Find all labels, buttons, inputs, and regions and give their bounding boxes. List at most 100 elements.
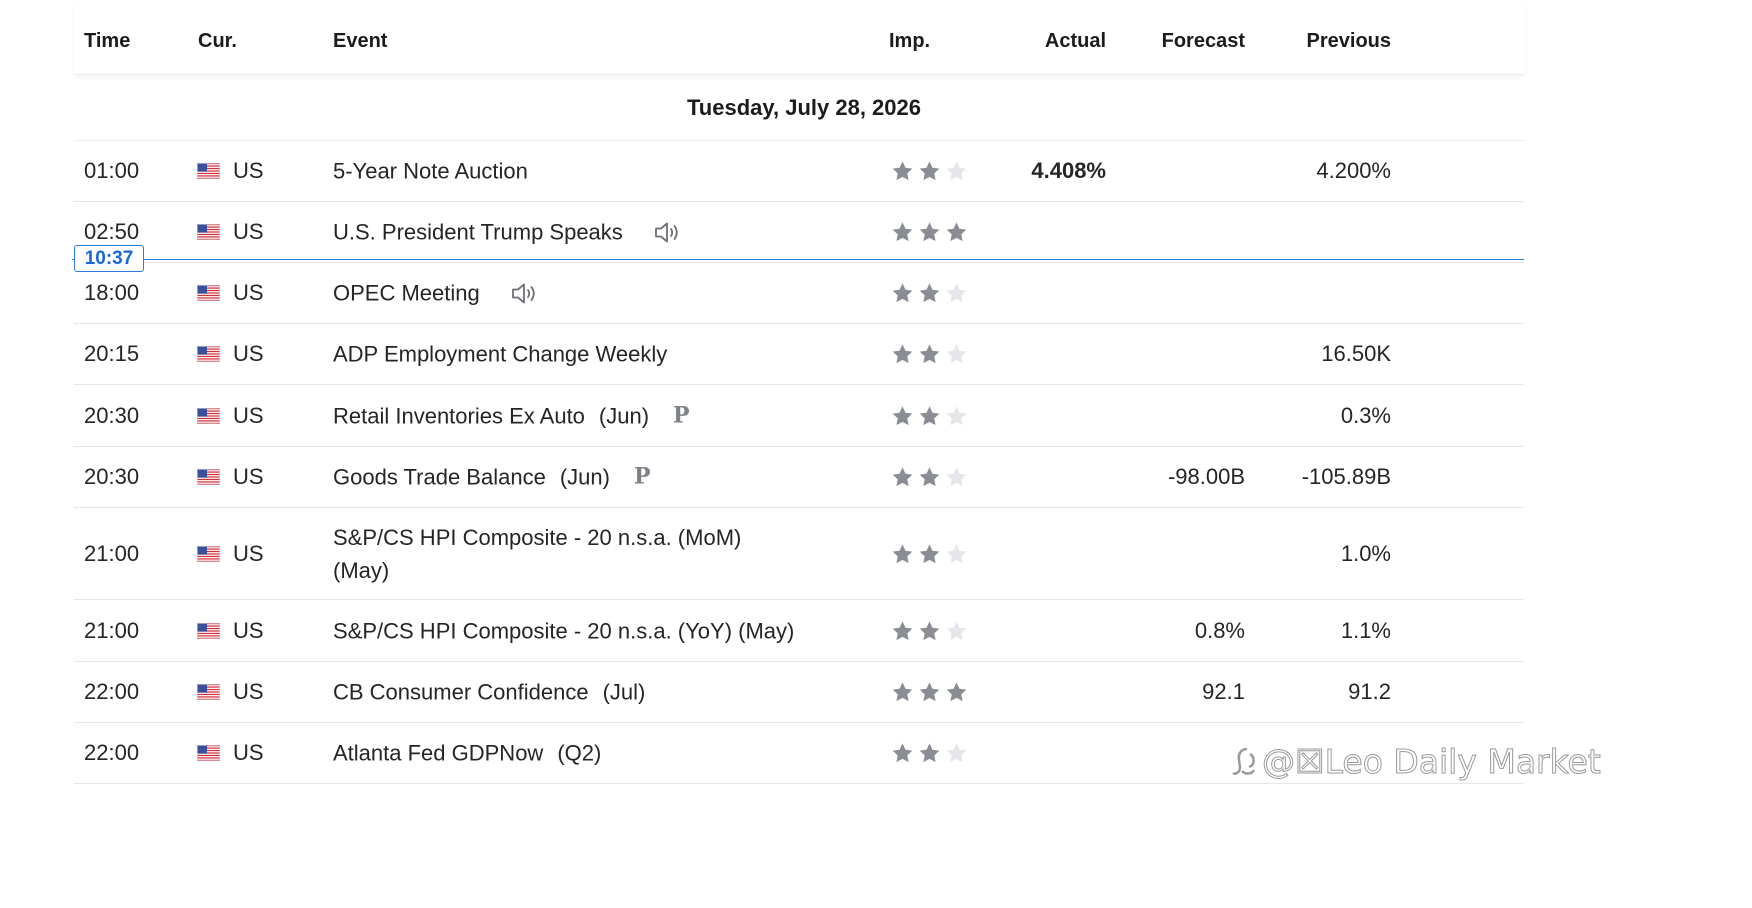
us-flag-icon xyxy=(197,622,220,639)
event-name[interactable]: 5-Year Note Auction xyxy=(333,155,528,188)
event-currency: US xyxy=(197,541,264,567)
preliminary-badge: P xyxy=(673,402,690,428)
us-flag-icon xyxy=(197,469,220,485)
event-name[interactable]: S&P/CS HPI Composite - 20 n.s.a. (YoY) (… xyxy=(333,614,794,647)
star-filled-icon xyxy=(919,344,940,364)
header-time[interactable]: Time xyxy=(84,30,130,53)
star-empty-icon xyxy=(946,283,967,303)
event-list: 01:00 US 5-Year Note Auction 4.408% 4.200% 02… xyxy=(74,141,1524,784)
table-row[interactable]: 20:30 US Goods Trade Balance (Jun) P -98.00B -… xyxy=(74,447,1524,508)
importance-rating xyxy=(891,742,968,764)
event-title[interactable]: Retail Inventories Ex Auto xyxy=(333,399,585,432)
event-currency: US xyxy=(197,679,264,705)
event-time: 22:00 xyxy=(84,679,140,704)
importance-rating xyxy=(891,466,968,488)
star-filled-icon xyxy=(946,222,967,242)
event-period: (Jun) xyxy=(559,464,610,490)
star-filled-icon xyxy=(892,344,913,364)
star-filled-icon xyxy=(919,161,940,181)
event-forecast: 92.1 xyxy=(1202,679,1245,704)
event-currency: US xyxy=(197,219,264,245)
star-filled-icon xyxy=(892,620,913,640)
event-time: 20:30 xyxy=(84,464,140,489)
importance-rating xyxy=(891,405,968,427)
event-currency: US xyxy=(197,618,264,644)
table-row[interactable]: 20:15 US ADP Employment Change Weekly 16.50… xyxy=(74,324,1524,385)
star-empty-icon xyxy=(946,543,967,563)
event-name[interactable]: Retail Inventories Ex Auto (Jun) P xyxy=(333,399,690,432)
importance-rating xyxy=(891,343,968,365)
table-header: Time Cur. Event Imp. Actual Forecast Pre… xyxy=(74,0,1524,75)
event-title[interactable]: Goods Trade Balance xyxy=(333,461,546,494)
event-time: 21:00 xyxy=(84,540,140,566)
event-name[interactable]: ADP Employment Change Weekly xyxy=(333,338,667,371)
event-title[interactable]: 5-Year Note Auction xyxy=(333,155,528,188)
star-filled-icon xyxy=(919,743,940,763)
us-flag-icon xyxy=(197,163,220,179)
us-flag-icon xyxy=(197,684,220,700)
event-period: (Jun) xyxy=(598,403,650,428)
currency-code: US xyxy=(233,464,264,489)
currency-code: US xyxy=(233,341,264,366)
event-name[interactable]: Goods Trade Balance (Jun) P xyxy=(333,461,650,494)
us-flag-icon xyxy=(197,224,220,240)
event-currency: US xyxy=(197,740,264,766)
event-period: (Jul) xyxy=(602,679,646,705)
event-title[interactable]: S&P/CS HPI Composite - 20 n.s.a. (MoM) (… xyxy=(333,525,741,583)
event-previous: 1.1% xyxy=(1340,617,1391,643)
event-forecast: -98.00B xyxy=(1167,464,1245,489)
star-empty-icon xyxy=(946,620,967,640)
speaker-icon[interactable] xyxy=(510,280,540,306)
currency-code: US xyxy=(233,540,264,566)
table-row[interactable]: 02:50 US U.S. President Trump Speaks xyxy=(74,202,1524,263)
importance-rating xyxy=(891,681,968,703)
event-name[interactable]: CB Consumer Confidence (Jul) xyxy=(333,676,645,709)
table-row[interactable]: 22:00 US CB Consumer Confidence (Jul) 92.1 91… xyxy=(74,662,1524,723)
star-filled-icon xyxy=(946,682,967,702)
event-title[interactable]: U.S. President Trump Speaks xyxy=(333,216,623,249)
currency-code: US xyxy=(233,402,264,428)
header-previous[interactable]: Previous xyxy=(1307,30,1391,53)
event-name[interactable]: Atlanta Fed GDPNow (Q2) xyxy=(333,737,601,770)
table-row[interactable]: 01:00 US 5-Year Note Auction 4.408% 4.200% xyxy=(74,141,1524,202)
current-time-line xyxy=(72,259,1524,260)
event-name[interactable]: S&P/CS HPI Composite - 20 n.s.a. (MoM) (… xyxy=(333,521,803,587)
event-title[interactable]: CB Consumer Confidence xyxy=(333,676,589,709)
header-currency[interactable]: Cur. xyxy=(198,30,237,53)
event-title[interactable]: ADP Employment Change Weekly xyxy=(333,338,667,371)
star-filled-icon xyxy=(919,543,940,563)
speaker-icon[interactable] xyxy=(653,219,683,245)
event-previous: -105.89B xyxy=(1301,464,1391,489)
header-event[interactable]: Event xyxy=(333,30,387,53)
event-name[interactable]: U.S. President Trump Speaks xyxy=(333,216,683,249)
star-filled-icon xyxy=(892,283,913,303)
header-forecast[interactable]: Forecast xyxy=(1162,30,1245,53)
preliminary-badge: P xyxy=(633,463,651,490)
table-row[interactable]: 21:00 US S&P/CS HPI Composite - 20 n.s.a. … xyxy=(74,600,1524,662)
us-flag-icon xyxy=(197,346,220,362)
header-actual[interactable]: Actual xyxy=(1045,30,1106,53)
star-filled-icon xyxy=(892,467,913,487)
star-empty-icon xyxy=(946,161,967,181)
header-importance[interactable]: Imp. xyxy=(889,30,930,53)
event-title[interactable]: S&P/CS HPI Composite - 20 n.s.a. (YoY) (… xyxy=(333,614,794,647)
table-row[interactable]: 20:30 US Retail Inventories Ex Auto (Jun) P 0… xyxy=(74,385,1524,447)
star-filled-icon xyxy=(892,543,913,563)
event-period: (Q2) xyxy=(557,740,602,766)
current-time-badge: 10:37 xyxy=(74,245,144,272)
importance-rating xyxy=(891,543,968,565)
event-title[interactable]: OPEC Meeting xyxy=(333,277,480,310)
event-time: 02:50 xyxy=(84,219,140,244)
event-name[interactable]: OPEC Meeting xyxy=(333,277,540,310)
currency-code: US xyxy=(233,740,264,765)
event-title[interactable]: Atlanta Fed GDPNow xyxy=(333,737,543,770)
star-filled-icon xyxy=(919,682,940,702)
watermark-logo-icon xyxy=(1232,747,1256,775)
economic-calendar: Time Cur. Event Imp. Actual Forecast Pre… xyxy=(74,0,1524,784)
table-row[interactable]: 18:00 US OPEC Meeting xyxy=(74,263,1524,324)
event-currency: US xyxy=(197,464,264,490)
event-time: 20:15 xyxy=(84,341,140,366)
star-filled-icon xyxy=(919,283,940,303)
table-row[interactable]: 21:00 US S&P/CS HPI Composite - 20 n.s.a. … xyxy=(74,508,1524,600)
event-previous: 16.50K xyxy=(1321,341,1391,366)
